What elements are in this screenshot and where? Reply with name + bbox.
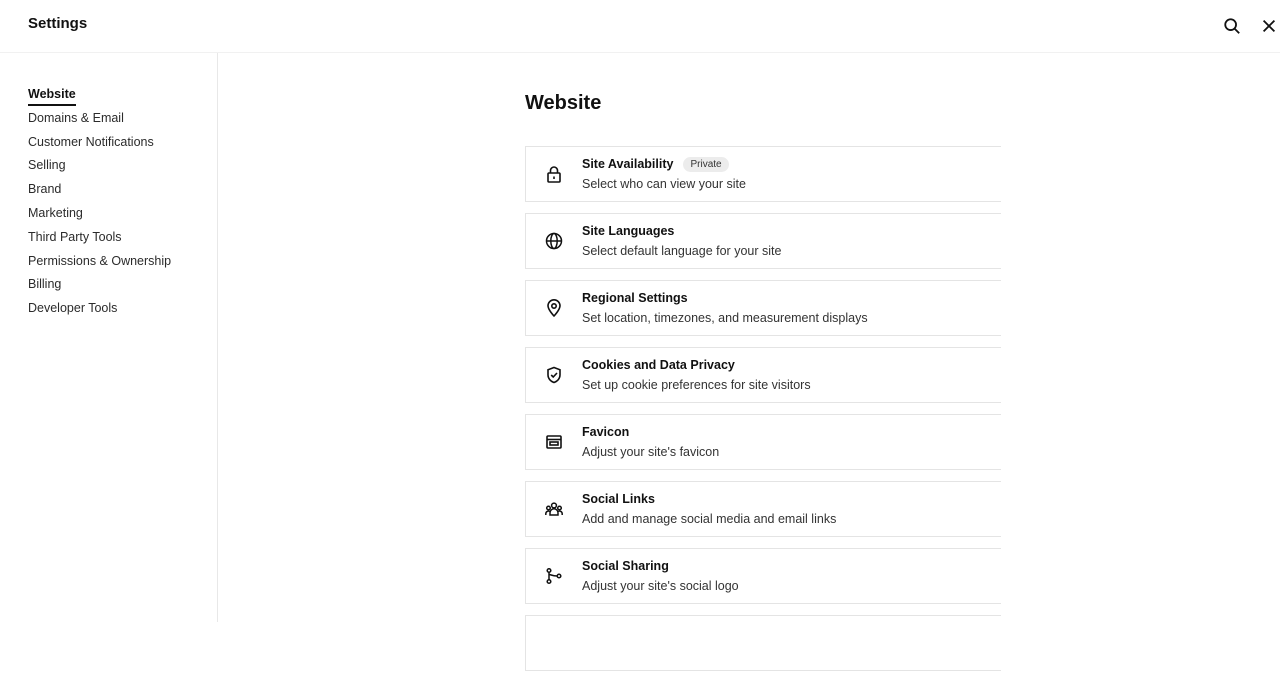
status-badge: Private — [683, 157, 729, 172]
card-description: Adjust your site's favicon — [582, 445, 720, 459]
sidebar-item-website[interactable]: Website — [28, 83, 171, 107]
sidebar-item-label: Billing — [28, 277, 62, 292]
sidebar-item-label: Domains & Email — [28, 110, 124, 125]
sidebar-item-customer-notifications[interactable]: Customer Notifications — [28, 131, 171, 155]
sidebar-item-selling[interactable]: Selling — [28, 154, 171, 178]
sidebar-item-label: Third Party Tools — [28, 229, 122, 244]
sidebar-item-label: Customer Notifications — [28, 134, 154, 149]
site-languages-card[interactable]: Site Languages Select default language f… — [525, 213, 1001, 269]
card-description: Set up cookie preferences for site visit… — [582, 378, 811, 392]
sidebar-item-permissions-ownership[interactable]: Permissions & Ownership — [28, 250, 171, 274]
people-icon — [544, 499, 564, 519]
page-title: Settings — [28, 15, 88, 32]
regional-settings-card[interactable]: Regional Settings Set location, timezone… — [525, 280, 1001, 336]
sidebar-item-label: Brand — [28, 182, 62, 197]
sidebar-nav: Website Domains & Email Customer Notific… — [28, 83, 171, 321]
card-description: Select default language for your site — [582, 244, 782, 258]
browser-window-icon — [544, 432, 564, 452]
social-sharing-card[interactable]: Social Sharing Adjust your site's social… — [525, 548, 1001, 604]
card-title: Social Sharing — [582, 559, 669, 573]
search-icon[interactable] — [1222, 16, 1242, 36]
settings-card-list: Site Availability Private Select who can … — [525, 146, 1001, 682]
sidebar-item-brand[interactable]: Brand — [28, 178, 171, 202]
site-availability-card[interactable]: Site Availability Private Select who can … — [525, 146, 1001, 202]
social-links-card[interactable]: Social Links Add and manage social media… — [525, 481, 1001, 537]
card-title-text: Site Availability — [582, 157, 674, 171]
top-bar: Settings — [0, 0, 1280, 53]
share-branch-icon — [544, 566, 564, 586]
sidebar-item-marketing[interactable]: Marketing — [28, 202, 171, 226]
card-title: Cookies and Data Privacy — [582, 358, 735, 372]
sidebar-item-label: Selling — [28, 158, 66, 173]
card-description: Adjust your site's social logo — [582, 579, 739, 593]
sidebar: Website Domains & Email Customer Notific… — [0, 53, 218, 622]
sidebar-item-label: Marketing — [28, 205, 83, 220]
card-title: Regional Settings — [582, 291, 688, 305]
lock-icon — [544, 164, 564, 184]
sidebar-item-label: Developer Tools — [28, 301, 118, 316]
sidebar-item-third-party-tools[interactable]: Third Party Tools — [28, 226, 171, 250]
favicon-card[interactable]: Favicon Adjust your site's favicon — [525, 414, 1001, 470]
cookies-privacy-card[interactable]: Cookies and Data Privacy Set up cookie p… — [525, 347, 1001, 403]
map-pin-icon — [544, 298, 564, 318]
card-title: Social Links — [582, 492, 655, 506]
close-icon[interactable] — [1259, 16, 1279, 36]
sidebar-item-domains-email[interactable]: Domains & Email — [28, 107, 171, 131]
section-title: Website — [525, 92, 602, 114]
sidebar-item-billing[interactable]: Billing — [28, 273, 171, 297]
card-title: Favicon — [582, 425, 630, 439]
card-title: Site Languages — [582, 224, 675, 238]
sidebar-item-label: Website — [28, 85, 76, 106]
card-description: Add and manage social media and email li… — [582, 512, 837, 526]
sidebar-item-developer-tools[interactable]: Developer Tools — [28, 297, 171, 321]
card-title: Site Availability Private — [582, 157, 729, 172]
next-settings-card[interactable] — [525, 615, 1001, 671]
globe-icon — [544, 231, 564, 251]
sidebar-item-label: Permissions & Ownership — [28, 253, 172, 268]
card-description: Set location, timezones, and measurement… — [582, 311, 868, 325]
shield-check-icon — [544, 365, 564, 385]
card-description: Select who can view your site — [582, 177, 746, 191]
